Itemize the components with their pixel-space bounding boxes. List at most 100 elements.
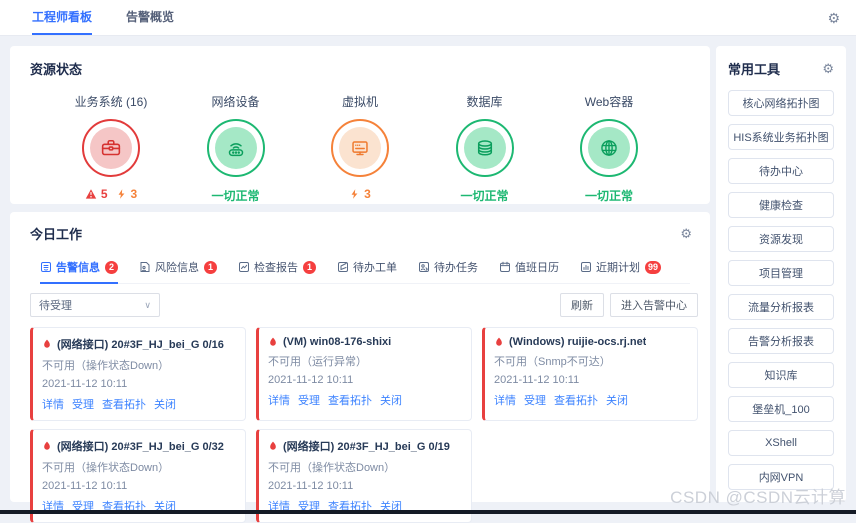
alarm-filter-select[interactable]: 待受理 ∨ (30, 293, 160, 317)
badge: 2 (105, 260, 118, 274)
header-tabs: 工程师看板 告警概览 (32, 0, 174, 35)
bottom-strip (0, 510, 856, 514)
action-close[interactable]: 关闭 (154, 396, 176, 412)
dashboard-screen: 工程师看板 告警概览 ⚙ 资源状态 业务系统 (16) 5 3 网络设备 一切正… (0, 0, 856, 523)
plan-chart-icon (580, 261, 592, 273)
resource-business-systems[interactable]: 业务系统 (16) 5 3 (56, 93, 166, 204)
action-detail[interactable]: 详情 (494, 392, 516, 408)
resource-status: 一切正常 (211, 189, 260, 203)
alert-status: 不可用（操作状态Down） (268, 462, 396, 474)
tool-todo-center[interactable]: 待办中心 (728, 158, 834, 184)
tab-duty-calendar[interactable]: 值班日历 (499, 253, 559, 284)
risk-file-icon (139, 261, 151, 273)
tab-risk-info[interactable]: 风险信息 1 (139, 253, 217, 284)
tool-bastion-host[interactable]: 堡垒机_100 (728, 396, 834, 422)
resource-network-devices[interactable]: 网络设备 一切正常 (181, 93, 291, 204)
flame-icon (270, 441, 276, 450)
tool-xshell[interactable]: XShell (728, 430, 834, 456)
action-detail[interactable]: 详情 (42, 396, 64, 412)
tab-alarm-overview[interactable]: 告警概览 (126, 0, 174, 35)
tool-health-check[interactable]: 健康检查 (728, 192, 834, 218)
resource-status: 5 3 (85, 187, 137, 201)
alert-card[interactable]: (VM) win08-176-shixi 不可用（运行异常） 2021-11-1… (256, 327, 472, 421)
badge: 99 (645, 260, 662, 274)
alert-card[interactable]: (Windows) ruijie-ocs.rj.net 不可用（Snmp不可达）… (482, 327, 698, 421)
alarm-center-button[interactable]: 进入告警中心 (610, 293, 698, 317)
alert-cards-grid: (网络接口) 20#3F_HJ_bei_G 0/16 不可用（操作状态Down）… (30, 327, 698, 523)
lightning-icon (351, 189, 358, 199)
tool-his-business-topology[interactable]: HIS系统业务拓扑图 (728, 124, 834, 150)
badge: 1 (204, 260, 217, 274)
refresh-button[interactable]: 刷新 (560, 293, 604, 317)
action-view-topology[interactable]: 查看拓扑 (102, 396, 146, 412)
action-view-topology[interactable]: 查看拓扑 (554, 392, 598, 408)
alert-status: 不可用（运行异常） (268, 356, 367, 368)
resource-databases[interactable]: 数据库 一切正常 (430, 93, 540, 204)
virtual-machine-icon (339, 127, 381, 169)
tab-recent-plans[interactable]: 近期计划 99 (580, 253, 662, 284)
flame-icon (496, 337, 502, 346)
alert-time: 2021-11-12 10:11 (42, 480, 128, 492)
alert-time: 2021-11-12 10:11 (494, 374, 580, 386)
alert-card[interactable]: (网络接口) 20#3F_HJ_bei_G 0/16 不可用（操作状态Down）… (30, 327, 246, 421)
resource-panel-title: 资源状态 (30, 62, 83, 77)
work-tabs: 告警信息 2 风险信息 1 检查报告 1 待办工单 待办任务 值班日历 近期计划… (40, 253, 690, 284)
alert-time: 2021-11-12 10:11 (268, 480, 354, 492)
alert-card[interactable]: (网络接口) 20#3F_HJ_bei_G 0/19 不可用（操作状态Down）… (256, 429, 472, 523)
tool-traffic-report[interactable]: 流量分析报表 (728, 294, 834, 320)
action-detail[interactable]: 详情 (268, 392, 290, 408)
common-tools-panel: 常用工具 ⚙ 核心网络拓扑图 HIS系统业务拓扑图 待办中心 健康检查 资源发现… (716, 46, 846, 502)
badge: 1 (303, 260, 316, 274)
action-accept[interactable]: 受理 (524, 392, 546, 408)
resource-status: 一切正常 (584, 189, 633, 203)
resource-status: 一切正常 (460, 189, 509, 203)
tab-alarm-info[interactable]: 告警信息 2 (40, 253, 118, 284)
globe-icon (588, 127, 630, 169)
tab-todo-tasks[interactable]: 待办任务 (418, 253, 478, 284)
flame-icon (270, 337, 276, 346)
lightning-icon (118, 189, 124, 199)
tab-todo-work-order[interactable]: 待办工单 (337, 253, 397, 284)
report-file-icon (238, 261, 250, 273)
resource-status: 3 (349, 187, 371, 201)
tool-knowledge-base[interactable]: 知识库 (728, 362, 834, 388)
alert-status: 不可用（操作状态Down） (42, 462, 170, 474)
tools-panel-title: 常用工具 (728, 62, 781, 77)
database-icon (463, 127, 506, 169)
alarm-list-icon (40, 261, 52, 273)
chevron-down-icon: ∨ (144, 299, 151, 310)
tool-resource-discovery[interactable]: 资源发现 (728, 226, 834, 252)
action-accept[interactable]: 受理 (298, 392, 320, 408)
task-icon (418, 261, 430, 273)
action-close[interactable]: 关闭 (606, 392, 628, 408)
gear-icon[interactable]: ⚙ (822, 61, 834, 77)
action-view-topology[interactable]: 查看拓扑 (328, 392, 372, 408)
gear-icon[interactable]: ⚙ (827, 0, 840, 36)
tool-alarm-report[interactable]: 告警分析报表 (728, 328, 834, 354)
tab-check-report[interactable]: 检查报告 1 (238, 253, 316, 284)
tool-project-management[interactable]: 项目管理 (728, 260, 834, 286)
tab-engineer-dashboard[interactable]: 工程师看板 (32, 0, 93, 35)
flame-icon (44, 339, 50, 348)
alert-time: 2021-11-12 10:11 (268, 374, 354, 386)
calendar-icon (499, 261, 511, 273)
tool-list: 核心网络拓扑图 HIS系统业务拓扑图 待办中心 健康检查 资源发现 项目管理 流… (728, 90, 834, 490)
gear-icon[interactable]: ⚙ (680, 226, 692, 242)
resource-virtual-machines[interactable]: 虚拟机 3 (305, 93, 415, 204)
resource-row: 业务系统 (16) 5 3 网络设备 一切正常 虚拟机 3 数据库 一切正常 W… (30, 93, 690, 204)
tool-core-network-topology[interactable]: 核心网络拓扑图 (728, 90, 834, 116)
resource-web-containers[interactable]: Web容器 一切正常 (554, 93, 664, 204)
alert-time: 2021-11-12 10:11 (42, 378, 128, 390)
alert-card[interactable]: (网络接口) 20#3F_HJ_bei_G 0/32 不可用（操作状态Down）… (30, 429, 246, 523)
warning-triangle-icon (85, 189, 97, 199)
watermark: CSDN @CSDN云计算 (670, 488, 846, 507)
today-work-panel: 今日工作 ⚙ 告警信息 2 风险信息 1 检查报告 1 待办工单 待办任务 值班… (10, 212, 710, 523)
flame-icon (44, 441, 50, 450)
work-panel-title: 今日工作 (30, 227, 83, 242)
action-close[interactable]: 关闭 (380, 392, 402, 408)
wifi-router-icon (214, 127, 257, 169)
action-accept[interactable]: 受理 (72, 396, 94, 412)
briefcase-icon (90, 127, 132, 169)
top-header: 工程师看板 告警概览 ⚙ (0, 0, 856, 36)
alert-status: 不可用（Snmp不可达） (494, 356, 611, 368)
